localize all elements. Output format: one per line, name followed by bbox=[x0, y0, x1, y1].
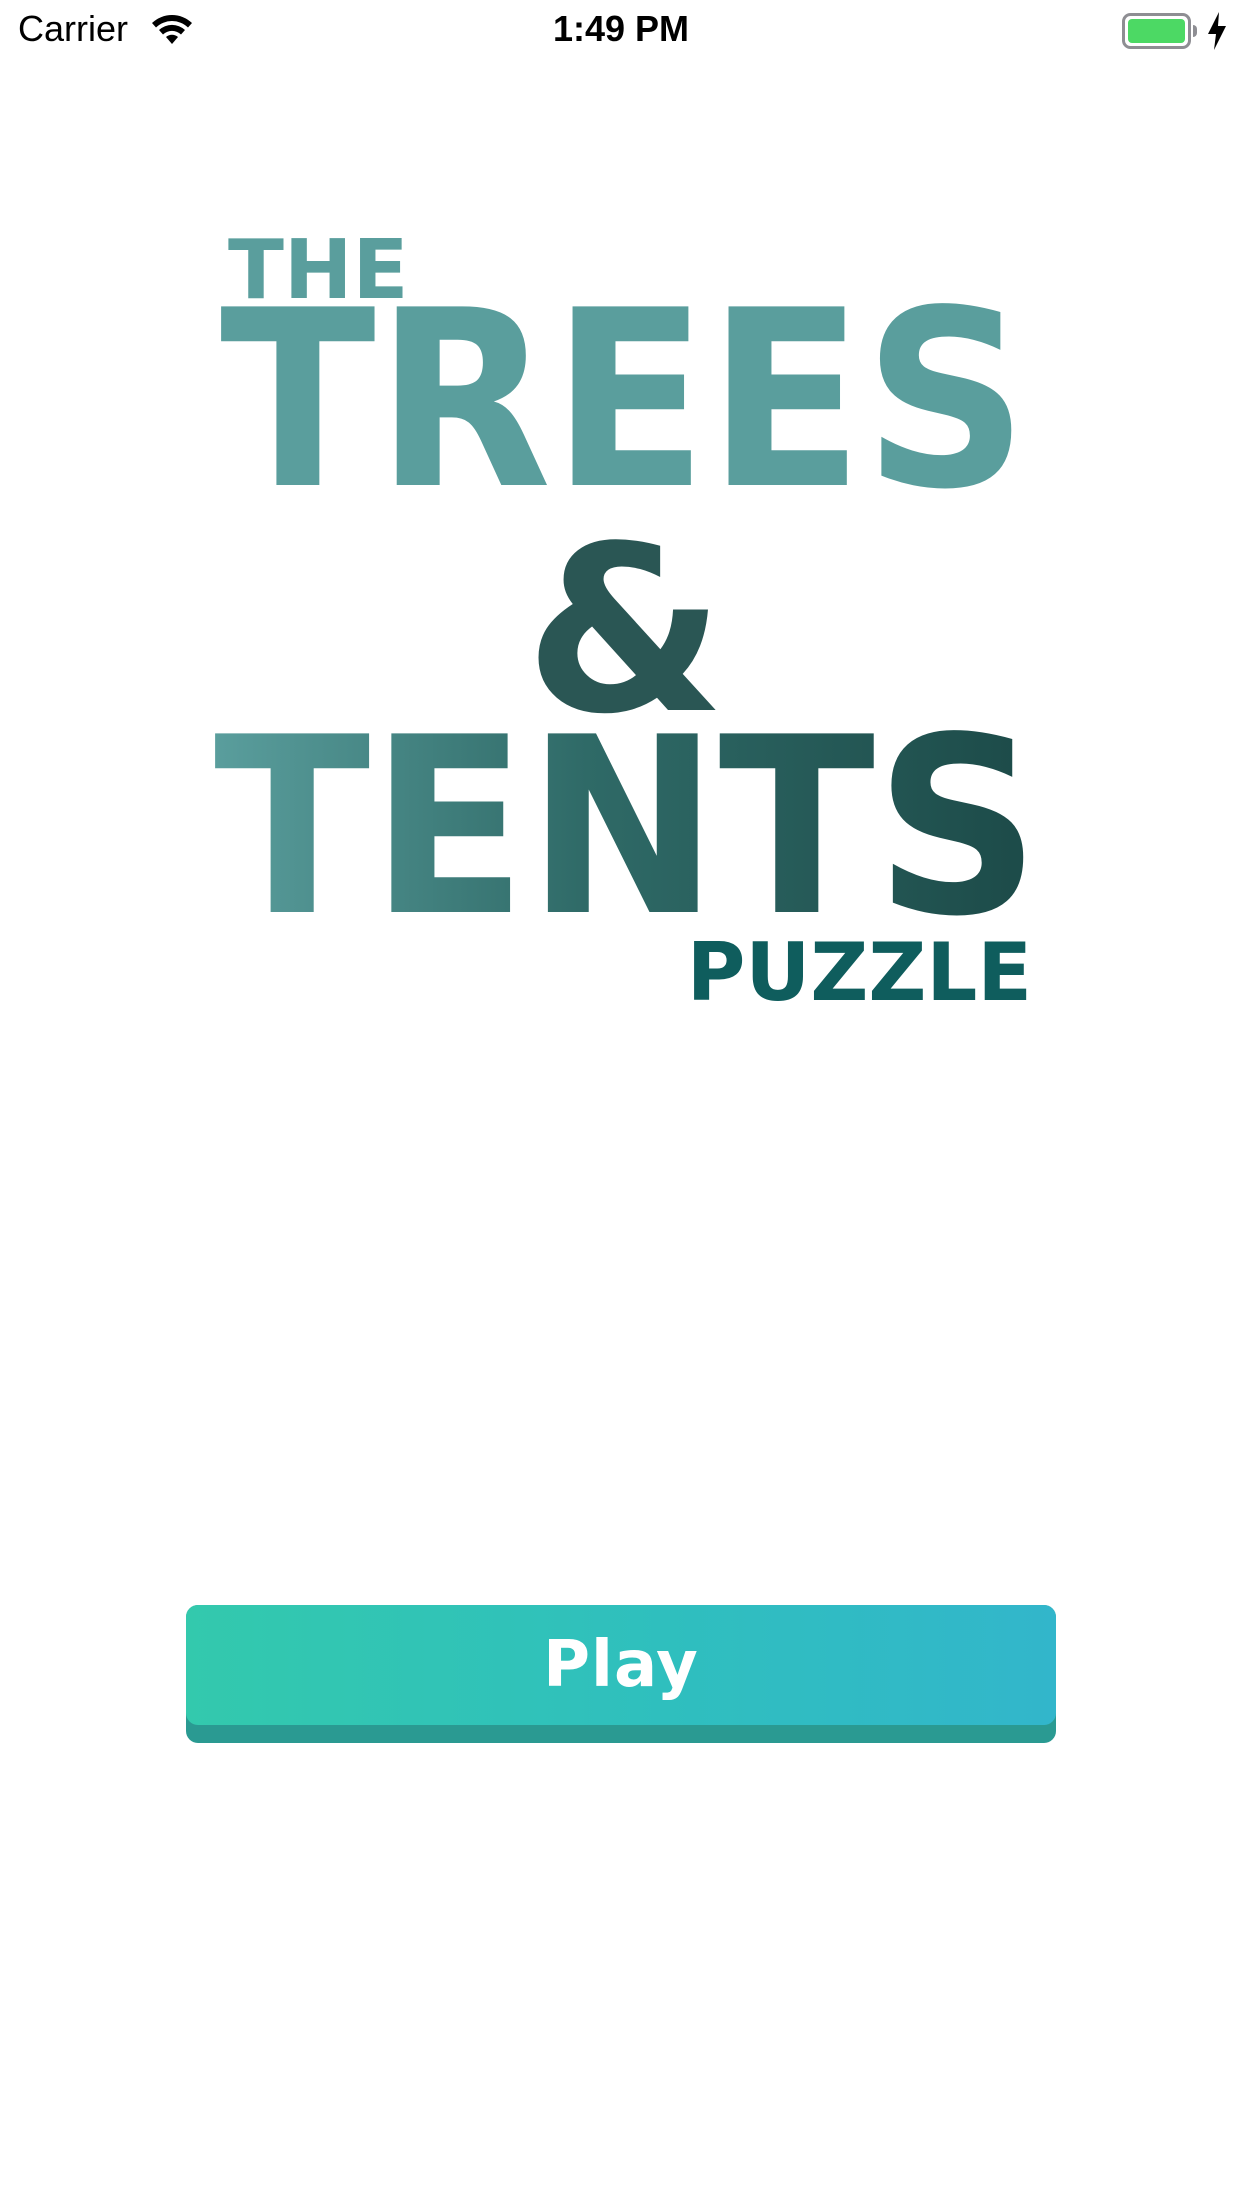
play-button-face[interactable]: Play bbox=[186, 1605, 1056, 1725]
logo-line-puzzle: PUZZLE bbox=[687, 926, 1032, 1010]
battery-icon bbox=[1122, 13, 1197, 49]
status-bar: Carrier 1:49 PM bbox=[0, 0, 1242, 62]
play-button-label: Play bbox=[543, 1628, 699, 1702]
game-logo: THE TREES & TENTS PUZZLE bbox=[214, 223, 1040, 1010]
start-screen: Carrier 1:49 PM THE TREES & TENTS PUZZLE… bbox=[0, 0, 1242, 2208]
status-time: 1:49 PM bbox=[552, 8, 690, 49]
charging-icon bbox=[1208, 12, 1226, 50]
play-button[interactable]: Play bbox=[186, 1605, 1056, 1743]
